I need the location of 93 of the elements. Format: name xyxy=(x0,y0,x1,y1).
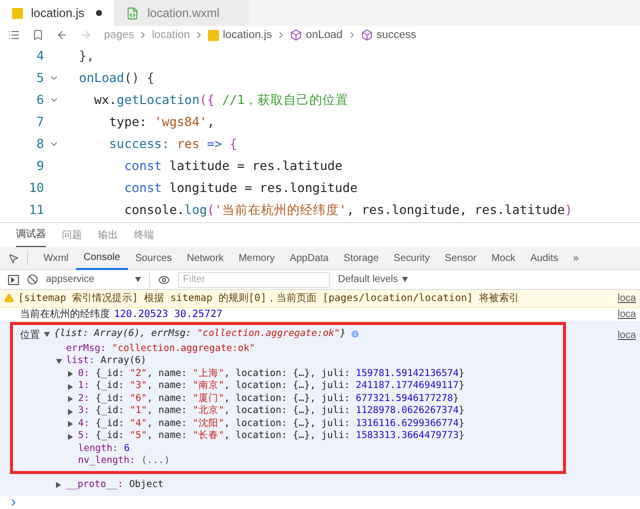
property-value: (...) xyxy=(141,455,170,468)
property-key: errMsg: xyxy=(66,342,106,356)
devtools-tab[interactable]: Network xyxy=(179,246,232,270)
line-number: 9 xyxy=(35,156,44,175)
line-number: 6 xyxy=(35,90,44,109)
warning-text: [sitemap 索引情况提示] 根据 sitemap 的规则[0]，当前页面 [pages/location/location] 将被索引 xyxy=(18,292,520,306)
code-line: console.log('当前在杭州的经纬度', res.longitude, res.latitude) xyxy=(123,200,572,219)
code-line: success: res => { xyxy=(108,134,238,153)
sidebar-toggle-icon[interactable] xyxy=(8,274,19,284)
object-preview: {_id: "1", name: "北京", location: {…}, juli: 1128978.0626267374} xyxy=(95,405,464,418)
editor-tab[interactable]: location.js xyxy=(0,0,114,26)
property-value: Object xyxy=(129,478,164,492)
code-line: wx.getLocation({ //1，获取自己的位置 xyxy=(93,90,349,109)
js-file-icon xyxy=(12,8,23,18)
code-line: type: 'wgs84', xyxy=(108,112,215,131)
collapsed-triangle-icon[interactable] xyxy=(68,408,73,415)
caret-icon xyxy=(135,277,141,282)
devtools-tab[interactable]: AppData xyxy=(282,246,336,270)
property-key: nv_length: xyxy=(78,455,136,468)
property-key: length: xyxy=(78,442,118,456)
object-summary: {list: Array(6), errMsg: "collection.aggregate:ok"} xyxy=(54,327,346,342)
line-number: 7 xyxy=(35,112,44,131)
property-key: 4: xyxy=(78,418,90,430)
source-link[interactable]: loca xyxy=(618,306,636,322)
object-preview: {_id: "5", name: "长春", location: {…}, juli: 1583313.3664479773} xyxy=(95,430,464,443)
devtools-tab[interactable]: » xyxy=(566,246,586,270)
property-value: "collection.aggregate:ok" xyxy=(112,342,256,356)
collapsed-triangle-icon[interactable] xyxy=(56,482,61,488)
property-key: 2: xyxy=(78,392,90,406)
object-preview: {_id: "6", name: "厦门", location: {…}, juli: 677321.5946177278} xyxy=(95,392,459,405)
context-select[interactable]: appservice xyxy=(46,272,150,287)
panel-tab[interactable]: 问题 xyxy=(62,224,82,246)
property-key: 5: xyxy=(78,430,90,443)
property-key: 3: xyxy=(78,405,90,418)
line-number: 10 xyxy=(28,178,44,197)
info-icon xyxy=(350,329,360,340)
devtools-tab[interactable]: Wxml xyxy=(36,246,76,270)
property-key: 0: xyxy=(78,368,90,380)
js-file-icon xyxy=(208,30,219,40)
code-line: }, xyxy=(78,46,94,65)
devtools-tab[interactable]: Mock xyxy=(484,246,523,270)
object-preview: {_id: "2", name: "上海", location: {…}, juli: 159781.59142136574} xyxy=(95,368,464,380)
code-line: onLoad() { xyxy=(78,68,154,87)
devtools-tab[interactable]: Sensor xyxy=(437,246,484,270)
source-link[interactable]: loca xyxy=(618,328,636,343)
cube-icon xyxy=(360,29,373,41)
devtools-tab[interactable]: Security xyxy=(386,246,438,270)
code-line: const latitude = res.latitude xyxy=(123,156,342,175)
object-label: 位置 xyxy=(20,328,40,343)
caret-icon xyxy=(402,277,408,282)
expanded-triangle-icon[interactable] xyxy=(44,332,50,337)
panel-tab[interactable]: 终端 xyxy=(134,224,154,246)
filter-field[interactable]: Filter xyxy=(178,272,330,288)
source-link[interactable]: loca xyxy=(618,290,636,306)
code-line: const longitude = res.longitude xyxy=(123,178,358,197)
log-values: 120.20523 30.25727 xyxy=(114,308,222,322)
inspect-icon[interactable] xyxy=(8,252,19,264)
collapsed-triangle-icon[interactable] xyxy=(68,384,73,390)
breadcrumb-item[interactable]: location.js xyxy=(222,26,272,44)
object-preview: {_id: "4", name: "沈阳", location: {…}, juli: 1316116.6299366774} xyxy=(95,418,464,430)
property-key: __proto__: xyxy=(66,478,124,492)
line-number: 4 xyxy=(35,46,44,65)
line-number: 11 xyxy=(28,200,44,219)
collapsed-triangle-icon[interactable] xyxy=(68,396,73,402)
property-value: Array(6) xyxy=(100,355,146,368)
breadcrumb-item[interactable]: success xyxy=(376,26,416,44)
file-code-icon xyxy=(126,6,140,20)
property-key: list: xyxy=(66,355,95,368)
eye-icon[interactable] xyxy=(158,274,170,286)
editor-tab[interactable]: location.wxml xyxy=(114,0,250,26)
cube-icon xyxy=(290,29,302,41)
devtools-tab[interactable]: Audits xyxy=(522,246,566,270)
bookmark-icon[interactable] xyxy=(32,29,44,41)
levels-dropdown[interactable]: Default levels xyxy=(338,272,408,287)
property-key: 1: xyxy=(78,380,90,393)
devtools-tab[interactable]: Memory xyxy=(231,246,282,270)
expanded-triangle-icon[interactable] xyxy=(56,359,62,364)
clear-icon[interactable] xyxy=(27,274,38,285)
devtools-tab[interactable]: Console xyxy=(76,246,128,270)
collapsed-triangle-icon[interactable] xyxy=(68,434,73,440)
devtools-tab[interactable]: Storage xyxy=(336,246,386,270)
line-number: 5 xyxy=(35,68,44,87)
back-icon[interactable] xyxy=(56,29,68,41)
panel-tab[interactable]: 输出 xyxy=(98,224,118,246)
line-number: 8 xyxy=(35,134,44,153)
collapsed-triangle-icon[interactable] xyxy=(68,371,73,378)
log-label: 当前在杭州的经纬度 xyxy=(20,308,110,322)
object-preview: {_id: "3", name: "南京", location: {…}, juli: 241187.17746949117} xyxy=(95,380,464,393)
warning-icon xyxy=(4,293,14,304)
property-value: 6 xyxy=(124,442,130,456)
collapsed-triangle-icon[interactable] xyxy=(68,421,73,428)
devtools-tab[interactable]: Sources xyxy=(128,246,180,270)
breadcrumb-item[interactable]: onLoad xyxy=(306,26,343,44)
